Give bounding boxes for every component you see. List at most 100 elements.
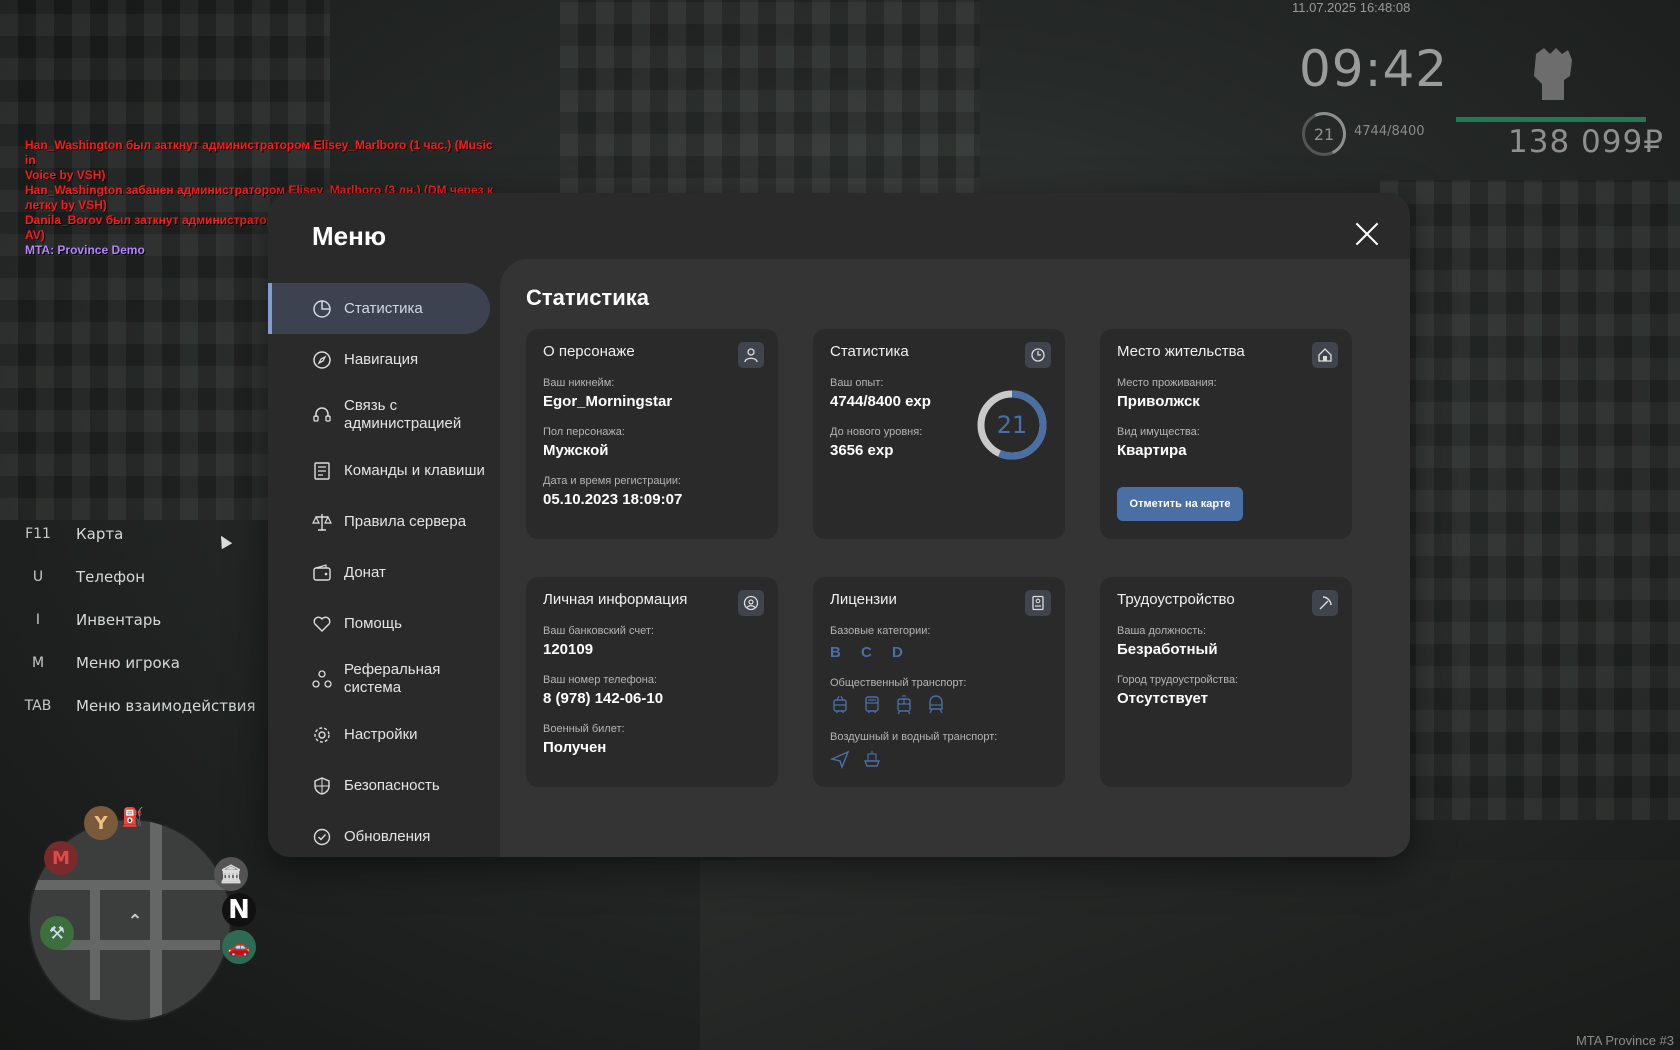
sidebar-item-label: Правила сервера [344,513,467,530]
wallet-icon [313,563,331,581]
exp-label: Ваш опыт: [830,377,884,389]
card-character: О персонаже Ваш никнейм: Egor_Morningsta… [526,329,778,539]
hud-date: 11.07.2025 16:48:08 [1292,0,1411,15]
server-watermark: MTA Province #3 [1575,1033,1674,1048]
plane-icon [830,750,850,769]
card-title: Трудоустройство [1117,591,1235,608]
shield-icon [314,776,330,795]
sidebar-item-label: Помощь [344,615,402,632]
menu-title: Меню [312,221,387,251]
shop-map-icon: ⚒ [40,916,74,950]
sidebar-item-commands[interactable]: Команды и клавиши [268,445,500,496]
registration-value: 05.10.2023 18:09:07 [543,491,683,508]
hud-money: 138 099₽ [1508,124,1664,160]
statistics-content: Статистика О персонаже Ваш никнейм: Egor… [500,259,1410,857]
card-personal: Личная информация Ваш банковский счет: 1… [526,577,778,787]
card-title: Статистика [830,343,909,360]
sidebar-item-security[interactable]: Безопасность [268,760,500,811]
player-menu-window: Меню Статистика Навигация Связь с админи… [268,193,1410,857]
sidebar-item-label: Навигация [344,351,419,368]
sidebar-item-label: Команды и клавиши [344,462,485,479]
air-water-transport-label: Воздушный и водный транспорт: [830,731,998,743]
pie-chart-icon [313,299,331,318]
sidebar-item-admin-contact[interactable]: Связь с администрацией [268,385,500,445]
next-level-label: До нового уровня: [830,426,923,438]
tram-icon [897,695,911,715]
scales-icon [312,513,332,531]
hotkey-interaction-menu[interactable]: TAB Меню взаимодействия [18,684,256,727]
sidebar-item-label: Донат [344,564,386,581]
sidebar-item-updates[interactable]: Обновления [268,811,500,857]
metro-map-icon: M [44,841,78,875]
refresh-icon [313,828,331,845]
close-button[interactable] [1354,221,1380,247]
content-title: Статистика [526,285,649,310]
hotkey-label: Карта [76,524,124,543]
sidebar-item-label: Статистика [344,300,423,317]
pickaxe-icon [1312,590,1338,616]
card-title: Место жительства [1117,343,1245,360]
card-licenses: Лицензии Базовые категории: B C D Общест… [813,577,1065,787]
sidebar-item-label: Безопасность [344,777,440,794]
level-progress-ring: 21 [977,390,1047,460]
sidebar-item-rules[interactable]: Правила сервера [268,496,500,547]
trolleybus-icon [833,695,847,713]
residence-place-value: Приволжск [1117,393,1200,410]
sidebar-item-label: Реферальная система [344,661,441,696]
base-categories-value: B C D [830,644,911,661]
hotkey-key: I [35,611,41,628]
sidebar-item-navigation[interactable]: Навигация [268,334,500,385]
phone-label: Ваш номер телефона: [543,674,658,686]
property-type-value: Квартира [1117,442,1187,459]
military-id-value: Получен [543,739,607,756]
sidebar-item-settings[interactable]: Настройки [268,709,500,760]
residence-place-label: Место проживания: [1117,377,1217,389]
next-level-value: 3656 exp [830,442,894,459]
registration-label: Дата и время регистрации: [543,475,682,487]
fuel-map-icon: ⛽ [121,806,145,828]
base-categories-label: Базовые категории: [830,625,931,637]
air-water-transport-icons [830,749,882,769]
hotkey-key: U [32,568,44,585]
hotkey-phone[interactable]: U Телефон [18,555,256,598]
hotkey-label: Инвентарь [76,610,162,629]
hotkey-label: Меню игрока [76,653,180,672]
minimap-road [30,880,230,890]
sidebar-item-statistics[interactable]: Статистика [268,283,490,334]
metro-icon [929,695,943,714]
level-ring-value: 21 [997,411,1028,439]
nickname-label: Ваш никнейм: [543,377,615,389]
list-icon [314,461,330,480]
gender-value: Мужской [543,442,609,459]
hotkey-key: TAB [24,697,52,714]
mark-on-map-button[interactable]: Отметить на карте [1117,487,1243,521]
hotkey-inventory[interactable]: I Инвентарь [18,598,256,641]
cafe-map-icon: Y [84,806,118,840]
position-label: Ваша должность: [1117,625,1207,637]
work-city-value: Отсутствует [1117,690,1209,707]
background-building-center [560,0,980,200]
bank-account-label: Ваш банковский счет: [543,625,654,637]
sidebar-item-donate[interactable]: Донат [268,547,500,598]
player-arrow-icon: ⌃ [127,910,143,932]
property-type-label: Вид имущества: [1117,426,1200,438]
hotkey-map[interactable]: F11 Карта [18,512,256,555]
referral-icon [312,670,332,688]
chat-message: Han_Washington был заткнут администратор… [25,138,493,167]
exp-value: 4744/8400 exp [830,393,931,410]
gear-icon [314,726,330,743]
house-icon [1312,342,1338,368]
help-heart-icon [313,616,331,632]
fist-weapon-icon [1534,48,1572,100]
bank-map-icon: 🏛 [214,857,248,891]
sidebar-item-referral[interactable]: Реферальная система [268,649,500,709]
sidebar-item-help[interactable]: Помощь [268,598,500,649]
sidebar-item-label: Связь с администрацией [344,397,462,432]
background-road [700,860,1680,1050]
clock-chart-icon [1025,342,1051,368]
hotkey-player-menu[interactable]: M Меню игрока [18,641,256,684]
car-service-map-icon: 🚗 [222,930,256,964]
sidebar-item-label: Настройки [344,726,418,743]
hud-time: 09:42 [1299,40,1449,98]
hud-health-bar [1456,117,1646,122]
